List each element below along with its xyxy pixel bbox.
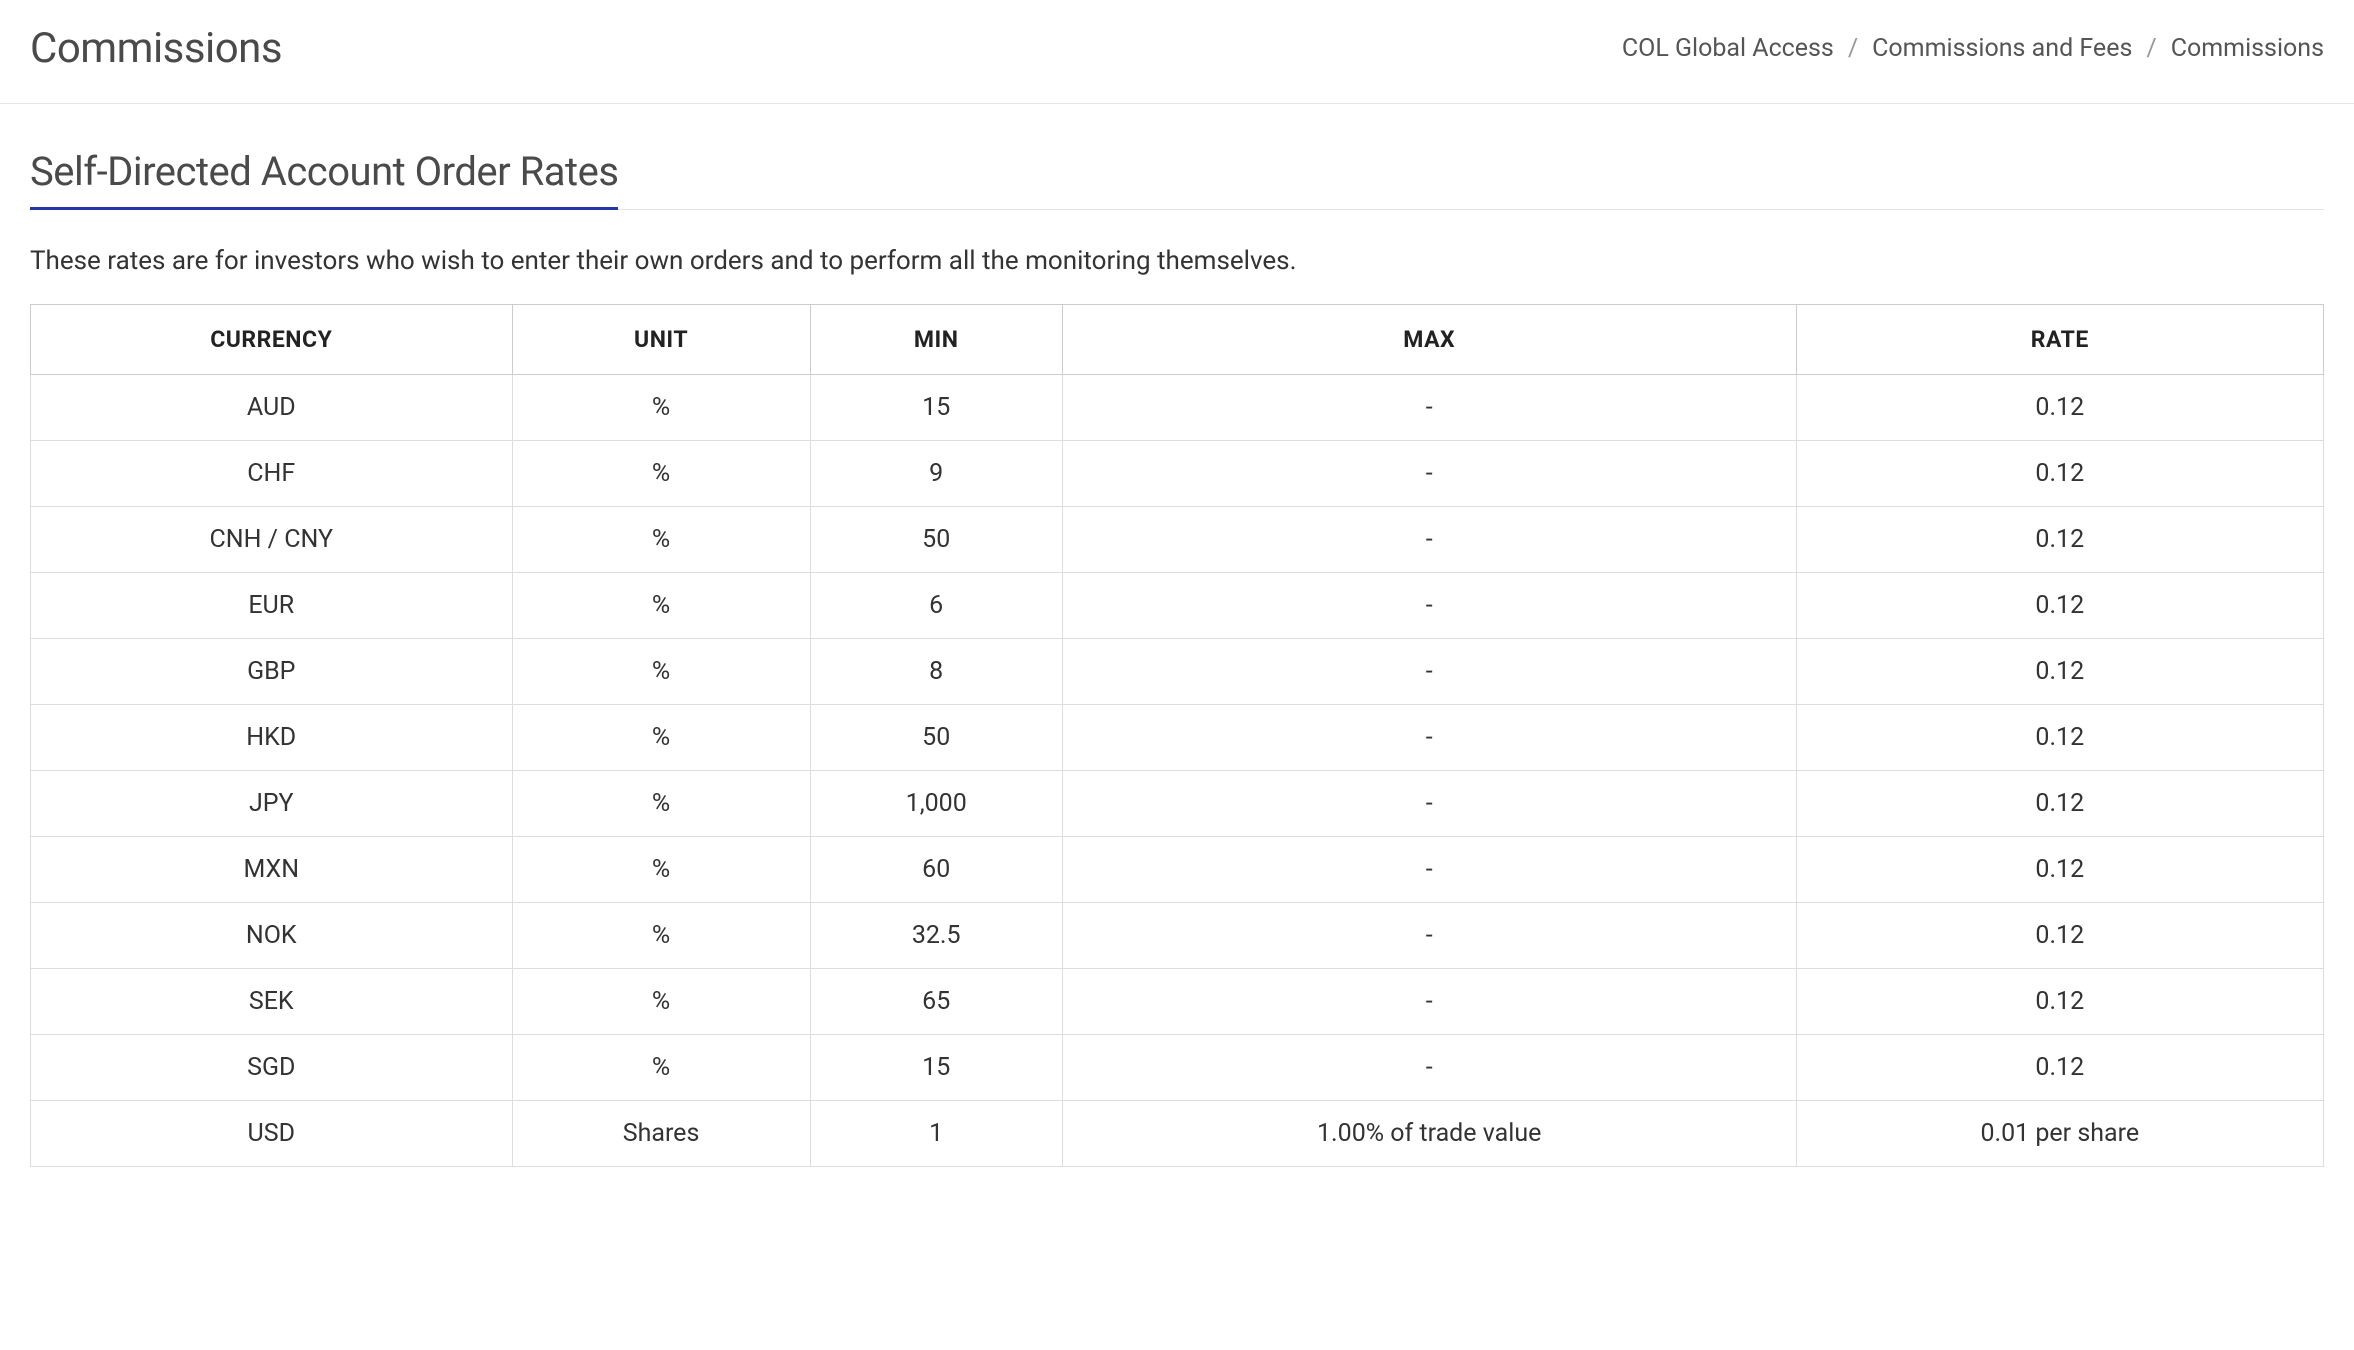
table-header-row: CURRENCY UNIT MIN MAX RATE <box>31 305 2324 375</box>
page-title: Commissions <box>30 24 282 73</box>
cell-currency: SEK <box>31 969 513 1035</box>
cell-rate: 0.12 <box>1796 771 2323 837</box>
cell-currency: GBP <box>31 639 513 705</box>
cell-rate: 0.12 <box>1796 705 2323 771</box>
cell-unit: % <box>512 705 810 771</box>
cell-unit: % <box>512 903 810 969</box>
col-unit: UNIT <box>512 305 810 375</box>
content-area: Self-Directed Account Order Rates These … <box>0 104 2354 1197</box>
cell-max: - <box>1062 639 1796 705</box>
cell-unit: % <box>512 507 810 573</box>
cell-max: - <box>1062 771 1796 837</box>
cell-rate: 0.12 <box>1796 837 2323 903</box>
cell-unit: % <box>512 573 810 639</box>
cell-max: - <box>1062 1035 1796 1101</box>
table-row: NOK%32.5-0.12 <box>31 903 2324 969</box>
cell-max: - <box>1062 903 1796 969</box>
cell-currency: EUR <box>31 573 513 639</box>
cell-rate: 0.12 <box>1796 1035 2323 1101</box>
cell-unit: % <box>512 1035 810 1101</box>
header-bar: Commissions COL Global Access / Commissi… <box>0 0 2354 104</box>
cell-min: 15 <box>810 1035 1062 1101</box>
section-description: These rates are for investors who wish t… <box>30 246 2324 276</box>
cell-min: 32.5 <box>810 903 1062 969</box>
cell-currency: SGD <box>31 1035 513 1101</box>
cell-rate: 0.12 <box>1796 903 2323 969</box>
cell-unit: % <box>512 771 810 837</box>
table-row: AUD%15-0.12 <box>31 375 2324 441</box>
table-row: CNH / CNY%50-0.12 <box>31 507 2324 573</box>
cell-unit: % <box>512 639 810 705</box>
breadcrumb-separator: / <box>2146 34 2156 63</box>
cell-currency: CHF <box>31 441 513 507</box>
table-row: CHF%9-0.12 <box>31 441 2324 507</box>
cell-max: - <box>1062 507 1796 573</box>
section-heading: Self-Directed Account Order Rates <box>30 148 618 210</box>
breadcrumb-link-col-global-access[interactable]: COL Global Access <box>1622 34 1834 63</box>
col-max: MAX <box>1062 305 1796 375</box>
cell-rate: 0.12 <box>1796 441 2323 507</box>
cell-currency: HKD <box>31 705 513 771</box>
cell-unit: % <box>512 969 810 1035</box>
table-row: HKD%50-0.12 <box>31 705 2324 771</box>
cell-max: - <box>1062 705 1796 771</box>
cell-min: 1 <box>810 1101 1062 1167</box>
cell-currency: MXN <box>31 837 513 903</box>
cell-min: 9 <box>810 441 1062 507</box>
cell-max: - <box>1062 969 1796 1035</box>
rates-table: CURRENCY UNIT MIN MAX RATE AUD%15-0.12CH… <box>30 304 2324 1167</box>
cell-unit: % <box>512 441 810 507</box>
cell-currency: NOK <box>31 903 513 969</box>
cell-unit: % <box>512 837 810 903</box>
cell-max: - <box>1062 441 1796 507</box>
cell-max: - <box>1062 375 1796 441</box>
table-row: JPY%1,000-0.12 <box>31 771 2324 837</box>
col-rate: RATE <box>1796 305 2323 375</box>
cell-rate: 0.12 <box>1796 375 2323 441</box>
cell-max: - <box>1062 573 1796 639</box>
cell-min: 65 <box>810 969 1062 1035</box>
table-row: EUR%6-0.12 <box>31 573 2324 639</box>
cell-min: 50 <box>810 705 1062 771</box>
breadcrumb-link-commissions-and-fees[interactable]: Commissions and Fees <box>1872 34 2132 63</box>
table-row: SGD%15-0.12 <box>31 1035 2324 1101</box>
cell-max: - <box>1062 837 1796 903</box>
cell-rate: 0.12 <box>1796 573 2323 639</box>
cell-rate: 0.12 <box>1796 969 2323 1035</box>
table-row: USDShares11.00% of trade value0.01 per s… <box>31 1101 2324 1167</box>
table-row: SEK%65-0.12 <box>31 969 2324 1035</box>
cell-currency: USD <box>31 1101 513 1167</box>
breadcrumb: COL Global Access / Commissions and Fees… <box>1622 34 2324 63</box>
cell-min: 1,000 <box>810 771 1062 837</box>
table-row: MXN%60-0.12 <box>31 837 2324 903</box>
cell-max: 1.00% of trade value <box>1062 1101 1796 1167</box>
cell-min: 6 <box>810 573 1062 639</box>
breadcrumb-separator: / <box>1848 34 1858 63</box>
cell-min: 8 <box>810 639 1062 705</box>
table-row: GBP%8-0.12 <box>31 639 2324 705</box>
cell-currency: AUD <box>31 375 513 441</box>
cell-rate: 0.12 <box>1796 639 2323 705</box>
cell-rate: 0.12 <box>1796 507 2323 573</box>
section-heading-wrap: Self-Directed Account Order Rates <box>30 148 2324 210</box>
cell-min: 15 <box>810 375 1062 441</box>
cell-currency: JPY <box>31 771 513 837</box>
cell-rate: 0.01 per share <box>1796 1101 2323 1167</box>
cell-unit: % <box>512 375 810 441</box>
breadcrumb-current: Commissions <box>2171 34 2324 63</box>
col-currency: CURRENCY <box>31 305 513 375</box>
col-min: MIN <box>810 305 1062 375</box>
cell-min: 50 <box>810 507 1062 573</box>
cell-currency: CNH / CNY <box>31 507 513 573</box>
cell-min: 60 <box>810 837 1062 903</box>
cell-unit: Shares <box>512 1101 810 1167</box>
